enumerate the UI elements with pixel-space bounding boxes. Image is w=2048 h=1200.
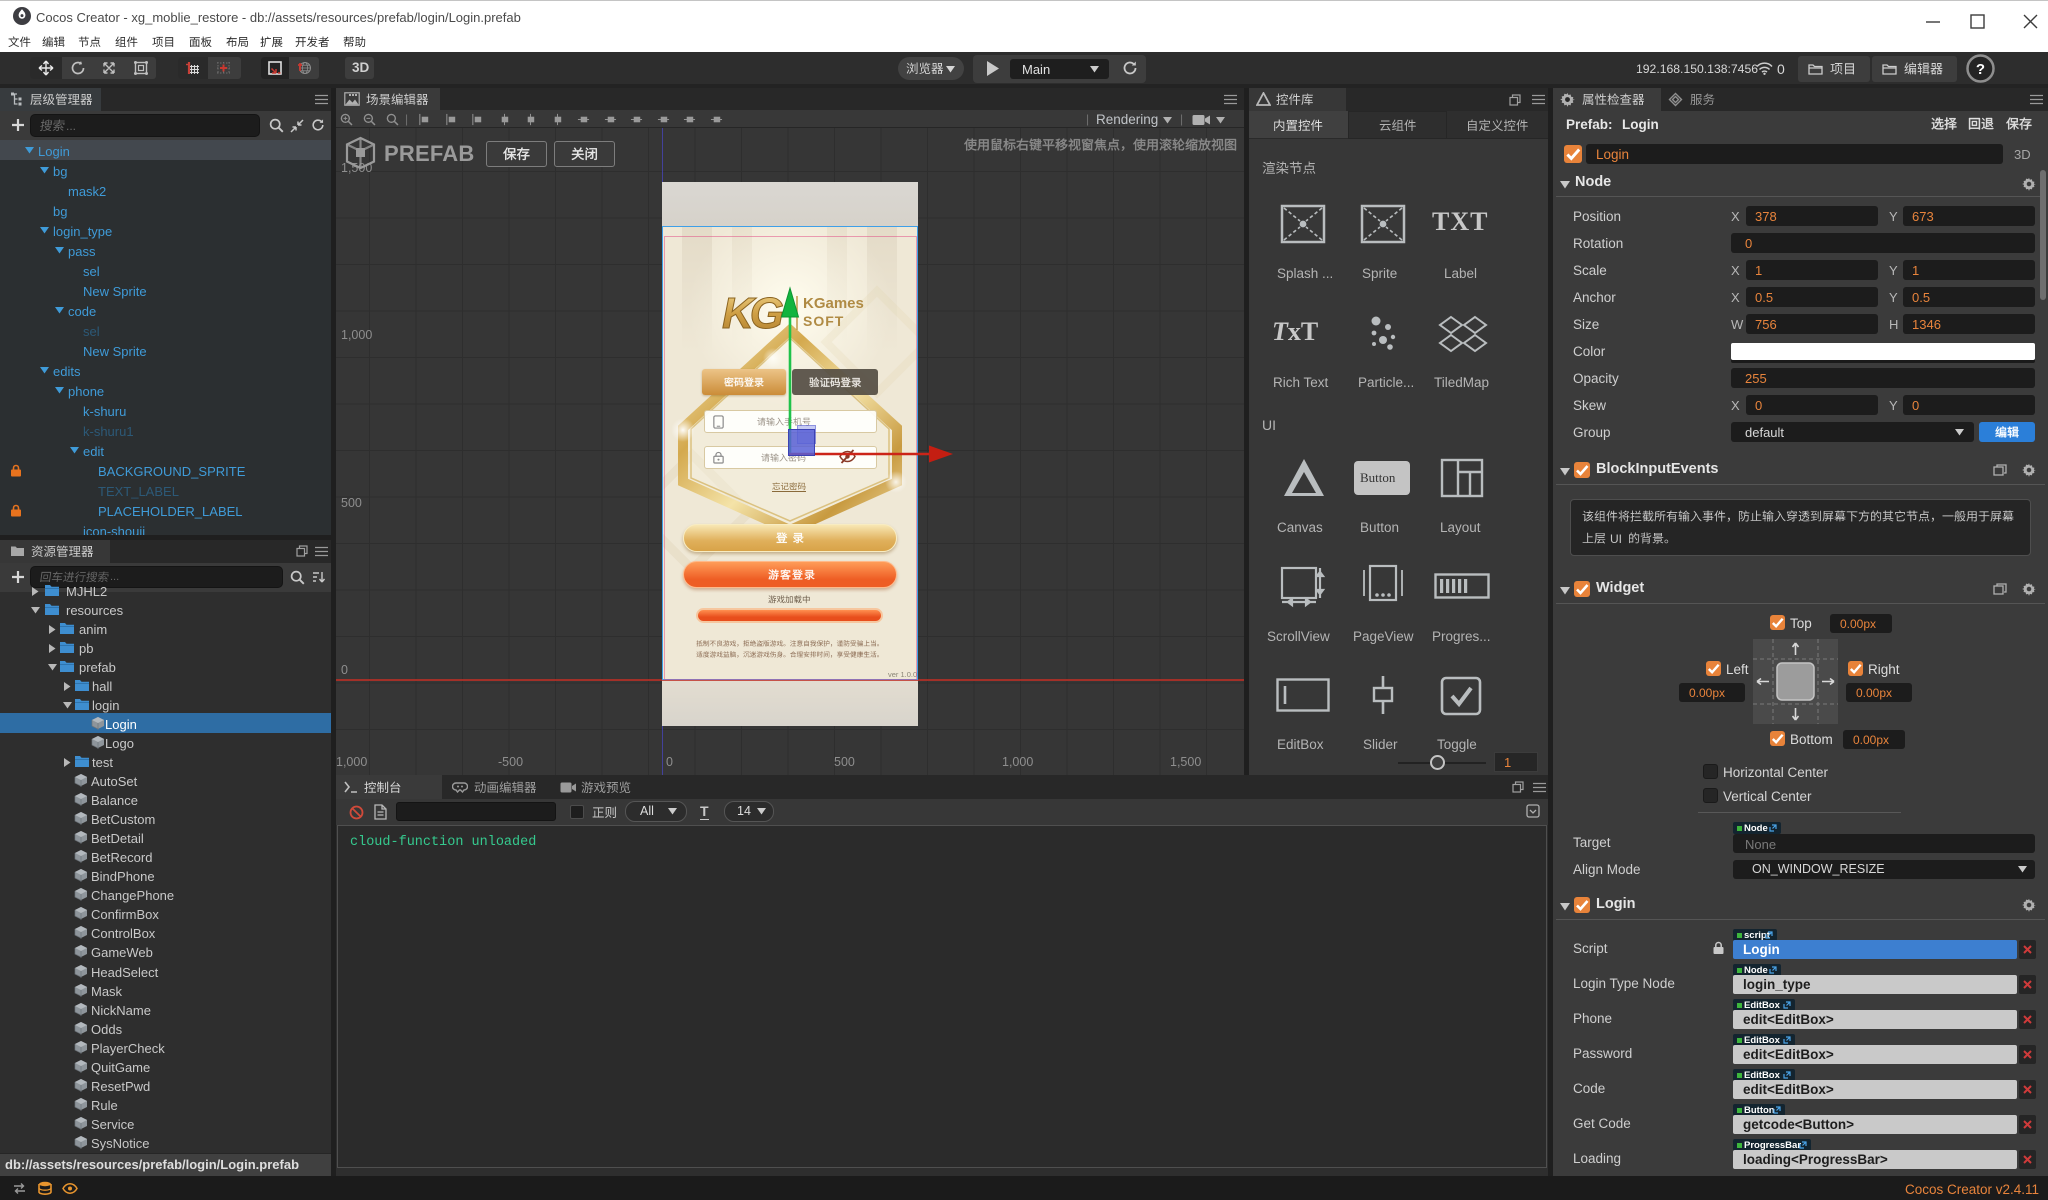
svg-text:?: ? <box>1976 61 1985 78</box>
